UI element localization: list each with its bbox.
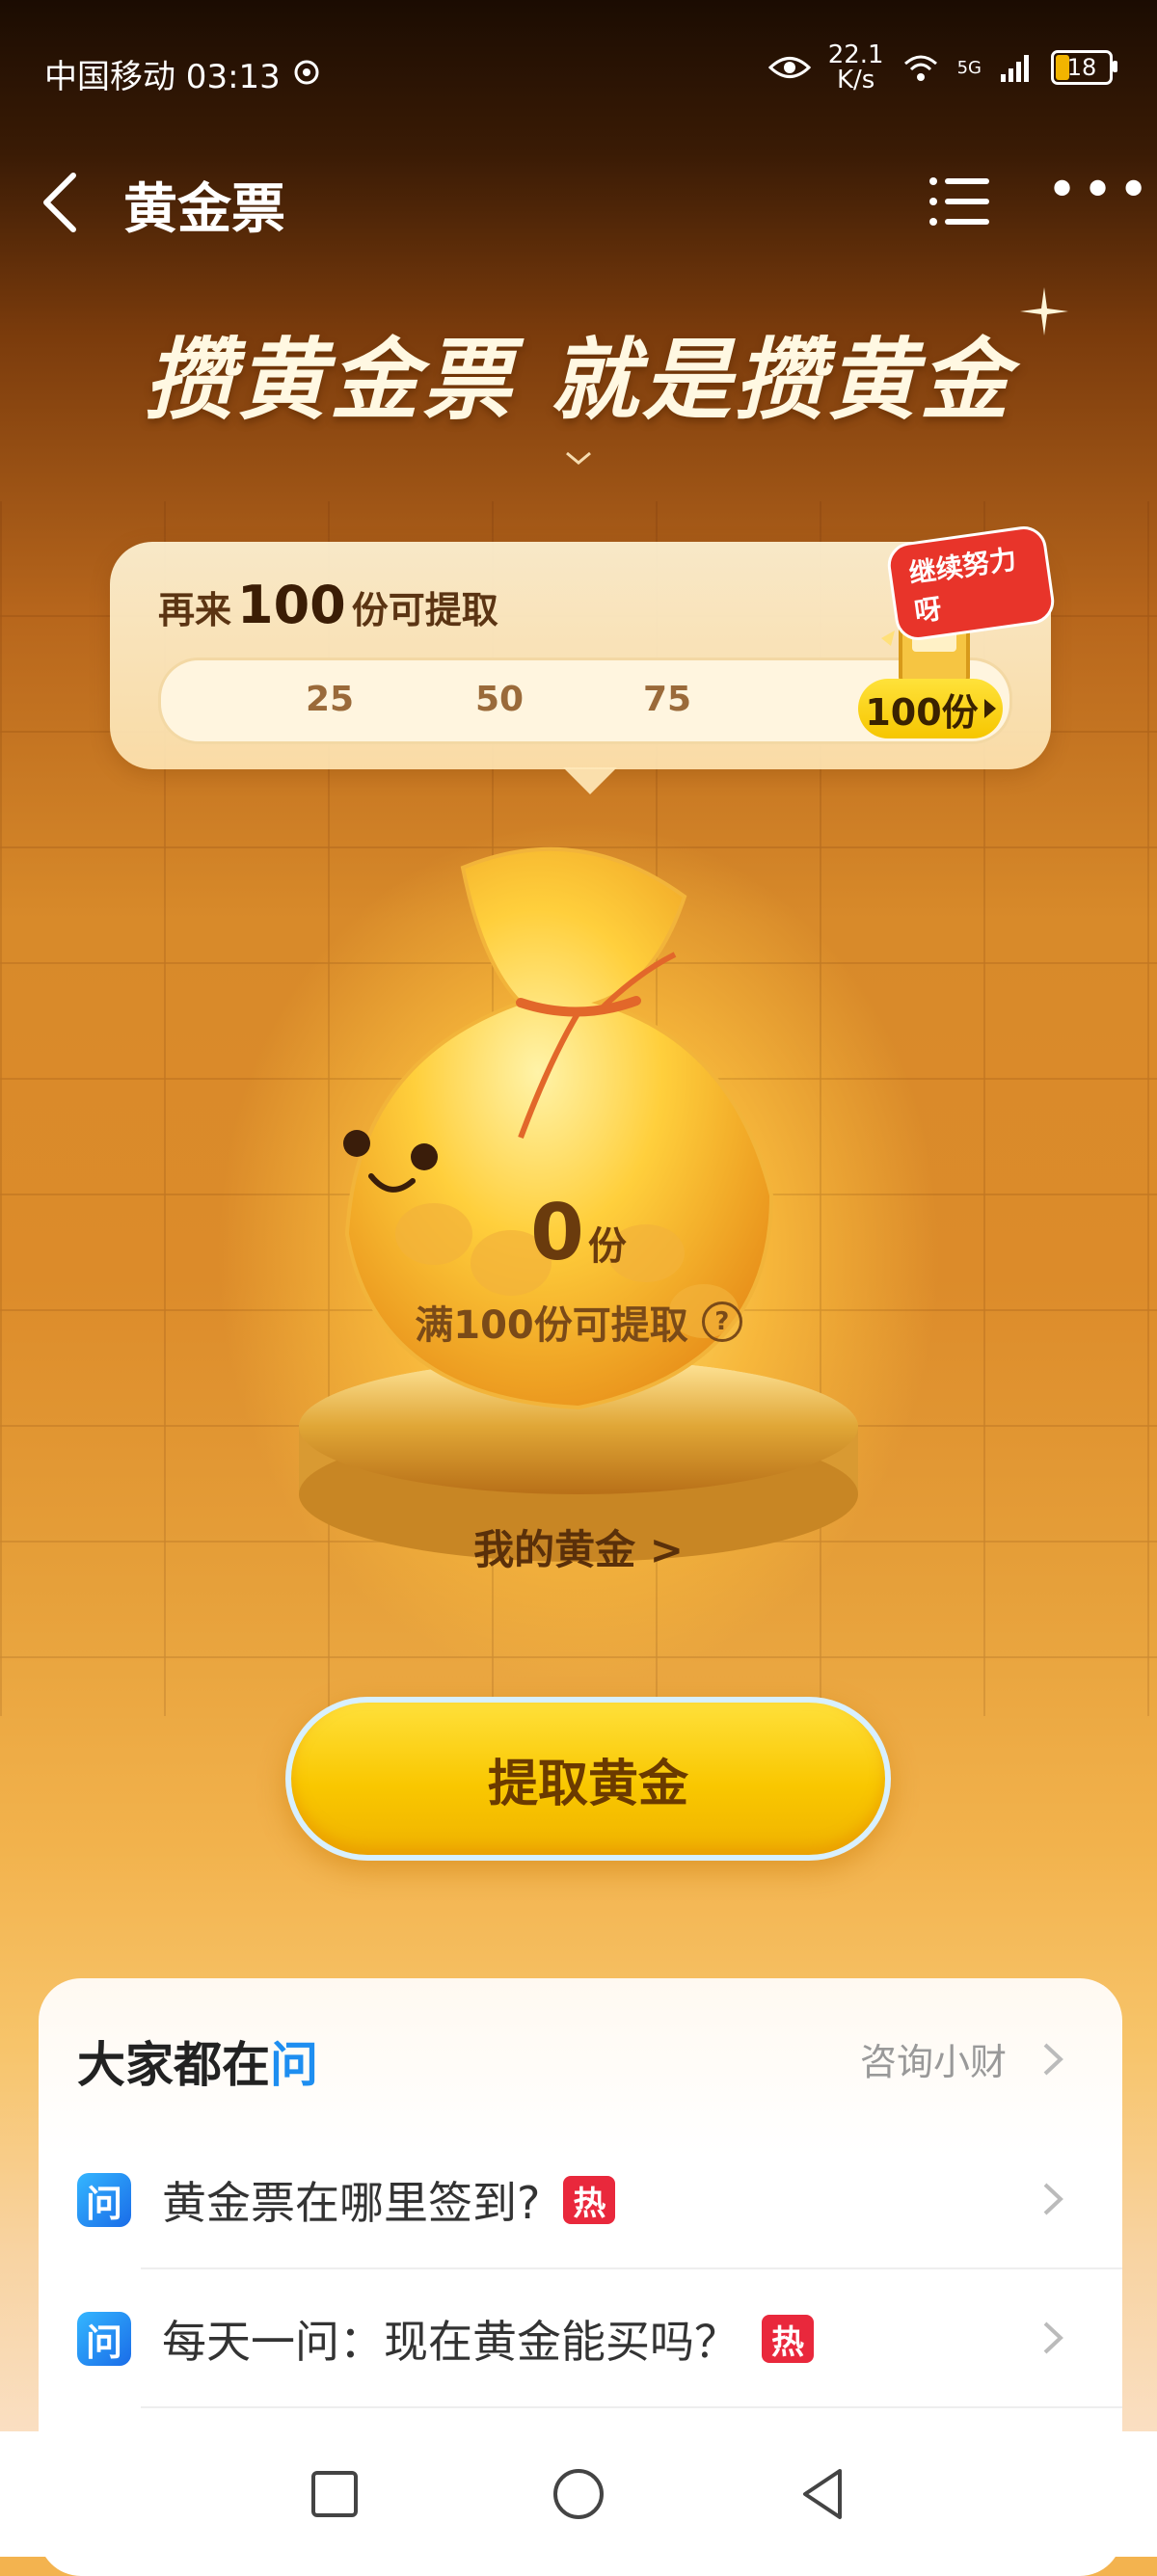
withdraw-hint: 满100份可提取 ? [0, 1294, 1157, 1350]
hot-badge: 热 [563, 2176, 616, 2224]
progress-suffix: 份可提取 [351, 589, 498, 631]
consult-label: 咨询小财 [859, 2041, 1007, 2083]
progress-tick: 25 [306, 680, 355, 719]
net-speed: 22.1 K/s [828, 42, 884, 93]
nav-bar: 黄金票 ••• [0, 154, 1157, 251]
progress-tick: 50 [475, 680, 525, 719]
square-icon [310, 2471, 358, 2517]
net-speed-unit: K/s [836, 66, 875, 94]
consult-link[interactable]: 咨询小财 [860, 2032, 1064, 2085]
location-icon [294, 60, 319, 84]
list-menu-icon[interactable] [926, 170, 993, 233]
help-icon[interactable]: ? [701, 1301, 742, 1342]
chevron-down-icon[interactable] [563, 449, 594, 469]
eye-icon [767, 57, 811, 78]
sparkle-icon [1020, 287, 1068, 335]
question-icon: 问 [77, 2173, 131, 2227]
signal-label: 5G [956, 57, 982, 78]
status-left: 中国移动 03:13 [44, 50, 323, 97]
chevron-right-icon [1043, 2321, 1063, 2354]
question-icon: 问 [77, 2312, 131, 2366]
battery-level: 18 [1066, 54, 1097, 81]
extract-gold-button[interactable]: 提取黄金 [285, 1697, 891, 1861]
hot-badge: 热 [762, 2315, 814, 2363]
signal-icon [1001, 55, 1029, 82]
qa-title-text: 大家都在 [77, 2037, 270, 2093]
back-arrow-icon[interactable] [35, 168, 93, 237]
more-options-icon[interactable]: ••• [1046, 164, 1149, 229]
qa-title: 大家都在问 [77, 2026, 318, 2096]
progress-card: 再来 100 份可提取 25 50 75 100份 继续努力呀 [110, 523, 1058, 794]
headline: 攒黄金票 就是攒黄金 [144, 329, 1013, 432]
gold-amount: 0份 [0, 1188, 1157, 1277]
gold-amount-value: 0 [530, 1188, 584, 1277]
system-navigation-bar [0, 2431, 1157, 2557]
page-title: 黄金票 [123, 178, 285, 241]
status-right: 22.1 K/s 5G 18 [767, 42, 1117, 93]
question-text: 每天一问：现在黄金能买吗？ [162, 2316, 739, 2368]
wifi-icon [903, 55, 937, 81]
goal-label: 100份 [865, 690, 979, 734]
recent-apps-button[interactable] [301, 2460, 368, 2528]
goal-badge[interactable]: 100份 [858, 679, 1003, 738]
back-button[interactable] [789, 2460, 856, 2528]
home-button[interactable] [545, 2460, 612, 2528]
net-speed-value: 22.1 [827, 40, 884, 69]
encourage-sticker: 继续努力呀 [884, 523, 1058, 644]
qa-list-item[interactable]: 问 每天一问：现在黄金能买吗？ 热 [77, 2271, 1122, 2406]
divider [141, 2406, 1122, 2408]
circle-icon [552, 2469, 604, 2519]
question-text: 黄金票在哪里签到? [162, 2177, 541, 2229]
withdraw-hint-text: 满100份可提取 [415, 1303, 688, 1348]
progress-remaining: 100 [237, 575, 346, 635]
qa-title-glyph: 问 [270, 2037, 318, 2093]
play-triangle-icon [983, 699, 996, 718]
chevron-right-icon [1043, 2043, 1063, 2075]
divider [141, 2267, 1122, 2269]
progress-prefix: 再来 [158, 589, 232, 631]
qa-list-item[interactable]: 问 黄金票在哪里签到? 热 [77, 2133, 1122, 2267]
progress-text: 再来 100 份可提取 [158, 575, 498, 635]
chevron-right-icon [1043, 2183, 1063, 2215]
my-gold-link[interactable]: 我的黄金 > [0, 1517, 1157, 1576]
status-bar: 中国移动 03:13 22.1 K/s 5G 18 [0, 0, 1157, 145]
carrier-time: 中国移动 03:13 [44, 58, 281, 96]
progress-tick: 75 [643, 680, 692, 719]
triangle-back-icon [803, 2469, 843, 2519]
gold-amount-unit: 份 [587, 1224, 627, 1269]
battery-icon: 18 [1051, 50, 1117, 85]
